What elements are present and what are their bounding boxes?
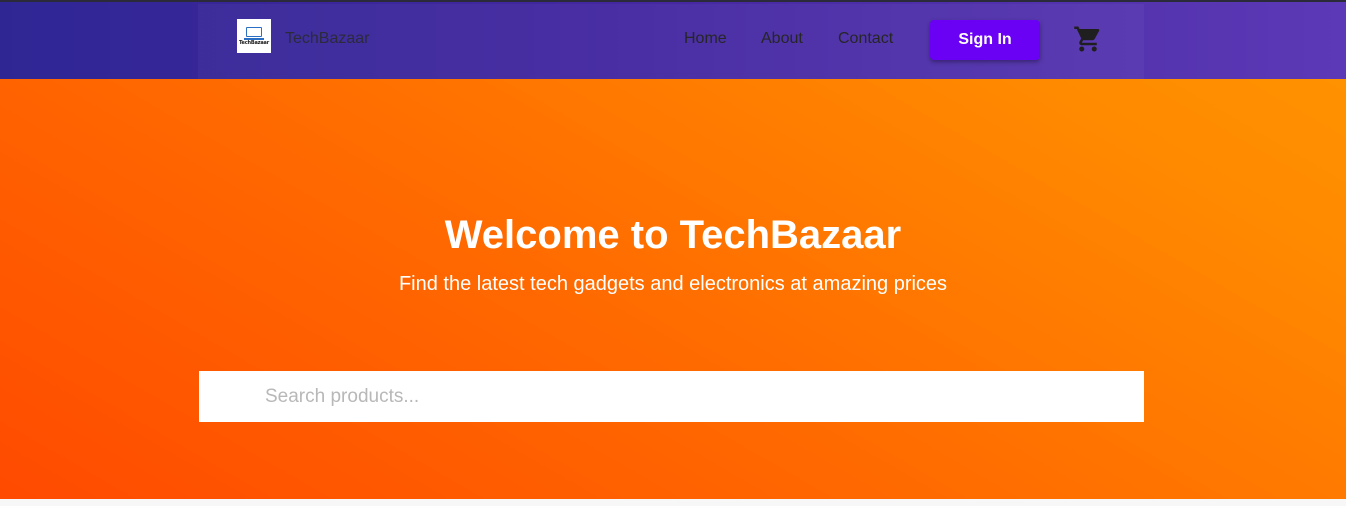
hero-title: Welcome to TechBazaar [444, 213, 902, 257]
laptop-logo-icon [244, 26, 264, 40]
brand-name[interactable]: TechBazaar [285, 30, 370, 48]
search-input[interactable] [199, 371, 1144, 422]
navbar: TechBazaar TechBazaar Home About Contact… [0, 0, 1346, 79]
sign-in-button[interactable]: Sign In [930, 20, 1040, 60]
logo-text: TechBazaar [239, 39, 269, 46]
logo[interactable]: TechBazaar [237, 19, 271, 53]
nav-link-home[interactable]: Home [684, 30, 727, 48]
shopping-cart-icon[interactable] [1073, 24, 1103, 54]
nav-link-contact[interactable]: Contact [838, 30, 893, 48]
hero-banner: Welcome to TechBazaar Find the latest te… [0, 79, 1346, 499]
page-content-edge [0, 499, 1346, 506]
nav-link-about[interactable]: About [761, 30, 803, 48]
page: TechBazaar TechBazaar Home About Contact… [0, 0, 1346, 506]
navbar-container: TechBazaar TechBazaar Home About Contact… [198, 4, 1144, 79]
hero-subtitle: Find the latest tech gadgets and electro… [398, 273, 948, 295]
